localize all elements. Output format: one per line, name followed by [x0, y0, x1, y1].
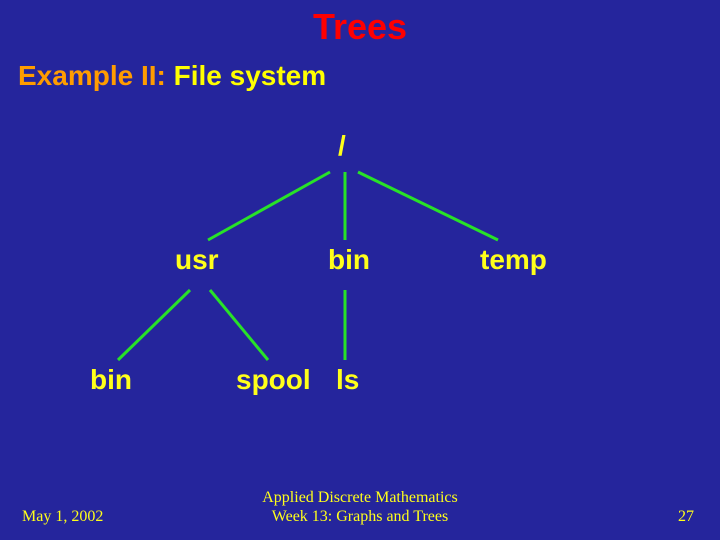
slide: Trees Example II: File system / usr bin … — [0, 0, 720, 540]
footer-center: Applied Discrete Mathematics Week 13: Gr… — [0, 489, 720, 526]
slide-title: Trees — [0, 6, 720, 48]
node-bin-leaf: bin — [90, 364, 132, 396]
subtitle-lead: Example II: — [18, 60, 166, 91]
node-temp: temp — [480, 244, 547, 276]
footer-line2: Week 13: Graphs and Trees — [272, 508, 448, 525]
node-bin-top: bin — [328, 244, 370, 276]
edge-root-usr — [208, 172, 330, 240]
footer-line1: Applied Discrete Mathematics — [262, 489, 458, 506]
subtitle-rest: File system — [166, 60, 326, 91]
footer-page-number: 27 — [678, 508, 694, 526]
node-usr: usr — [175, 244, 219, 276]
edge-usr-bin — [118, 290, 190, 360]
slide-subtitle: Example II: File system — [18, 60, 326, 92]
node-spool: spool — [236, 364, 311, 396]
node-root: / — [338, 130, 346, 162]
node-ls: ls — [336, 364, 359, 396]
edge-usr-spool — [210, 290, 268, 360]
edge-root-temp — [358, 172, 498, 240]
